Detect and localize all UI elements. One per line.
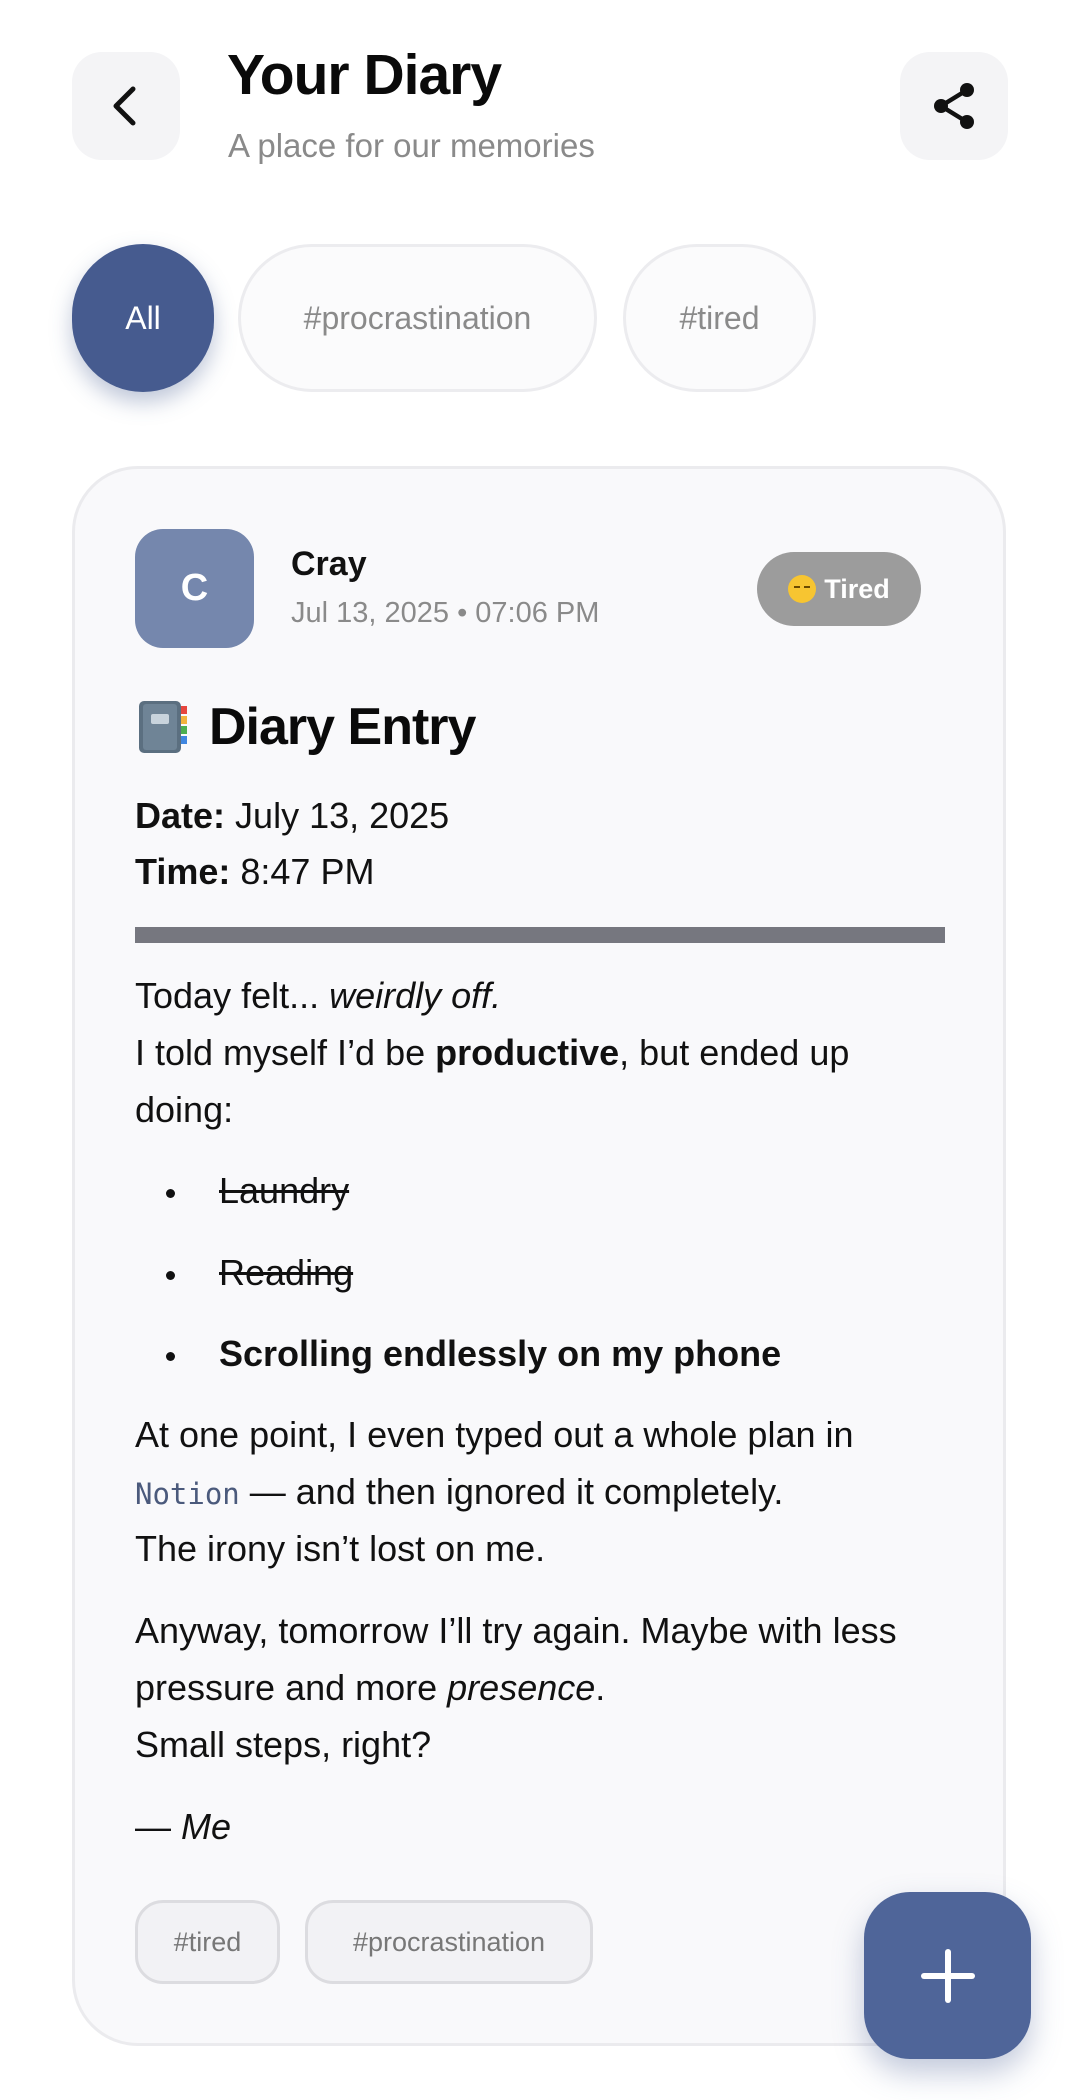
filter-chip-tired[interactable]: #tired: [623, 244, 816, 392]
paragraph-4-line-2: pressure and more presence.: [135, 1667, 605, 1709]
text-span: I told myself I’d be: [135, 1032, 436, 1073]
text-span: .: [491, 975, 502, 1016]
entry-datetime: Jul 13, 2025 • 07:06 PM: [291, 597, 600, 629]
page-title: Your Diary: [227, 43, 502, 107]
text-span: Today felt...: [135, 975, 330, 1016]
entry-date-line: Date: July 13, 2025: [135, 795, 449, 837]
italic-text: presence: [447, 1667, 596, 1708]
inline-code: Notion: [135, 1477, 240, 1511]
time-value: 8:47 PM: [240, 851, 375, 892]
italic-text: weirdly off: [329, 975, 492, 1016]
list-bullet: [166, 1271, 175, 1280]
chevron-left-icon: [113, 86, 136, 126]
text-span: .: [595, 1667, 606, 1708]
share-icon: [934, 83, 974, 129]
signature-name: Me: [181, 1806, 232, 1847]
paragraph-4-line-1: Anyway, tomorrow I’ll try again. Maybe w…: [135, 1610, 897, 1651]
paragraph-1: Today felt... weirdly off.: [135, 975, 501, 1017]
horizontal-rule: [135, 927, 945, 943]
text-span: — and then ignored it completely.: [239, 1471, 784, 1512]
paragraph-3-line-3: The irony isn’t lost on me.: [135, 1528, 546, 1569]
share-button[interactable]: [900, 52, 1008, 160]
bold-text: productive: [435, 1032, 620, 1073]
signature: — Me: [135, 1806, 231, 1848]
date-label: Date:: [135, 795, 226, 836]
paragraph-3-line-1: At one point, I even typed out a whole p…: [135, 1414, 854, 1455]
paragraph-4-line-3: Small steps, right?: [135, 1724, 432, 1765]
add-entry-button[interactable]: [864, 1892, 1031, 2059]
page-subtitle: A place for our memories: [228, 127, 595, 164]
entry-title-text: Diary Entry: [209, 698, 476, 756]
entry-tag-procrastination[interactable]: #procrastination: [305, 1900, 593, 1984]
time-label: Time:: [135, 851, 231, 892]
mood-label: Tired: [824, 573, 890, 604]
entry-time-line: Time: 8:47 PM: [135, 851, 374, 893]
text-span: —: [135, 1806, 182, 1847]
avatar: C: [135, 529, 254, 648]
paragraph-3-line-2: Notion — and then ignored it completely.: [135, 1471, 783, 1513]
text-span: , but ended up: [619, 1032, 850, 1073]
sleeping-face-emoji-icon: [788, 575, 817, 603]
list-bullet: [166, 1189, 175, 1198]
entry-tag-tired[interactable]: #tired: [135, 1900, 280, 1984]
author-name: Cray: [291, 545, 367, 583]
mood-badge: Tired: [757, 552, 921, 626]
entry-title: Diary Entry: [135, 697, 476, 757]
filter-chip-all[interactable]: All: [72, 244, 214, 392]
list-item: Reading: [219, 1252, 354, 1293]
text-span: pressure and more: [135, 1667, 448, 1708]
notebook-icon: [139, 701, 187, 753]
list-item: Scrolling endlessly on my phone: [219, 1333, 782, 1374]
list-item: Laundry: [219, 1170, 350, 1211]
paragraph-2-line-1: I told myself I’d be productive, but end…: [135, 1032, 849, 1074]
back-button[interactable]: [72, 52, 180, 160]
filter-chip-procrastination[interactable]: #procrastination: [238, 244, 597, 392]
date-value: July 13, 2025: [235, 795, 450, 836]
plus-icon: [920, 1948, 975, 2003]
list-bullet: [166, 1352, 175, 1361]
paragraph-2-line-2: doing:: [135, 1089, 234, 1130]
